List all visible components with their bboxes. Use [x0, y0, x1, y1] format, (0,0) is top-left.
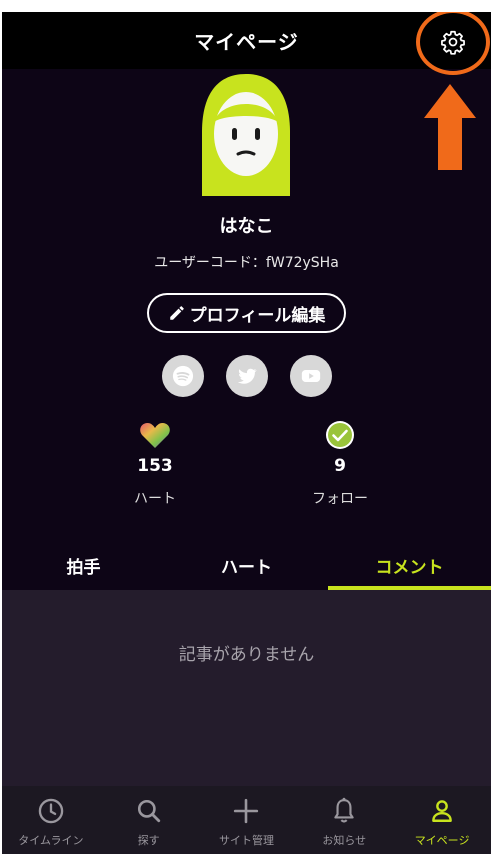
clock-icon	[38, 798, 64, 824]
hearts-stat[interactable]: 153 ハート	[85, 420, 225, 508]
spotify-button[interactable]	[161, 355, 204, 397]
app-screen: マイページ はなこ ユーザーコード：fW72ySHa プロフィール編集 153 …	[2, 12, 491, 854]
page-title: マイページ	[194, 30, 299, 54]
heart-icon	[140, 423, 170, 448]
hearts-count: 153	[137, 456, 173, 476]
bell-icon	[334, 797, 354, 823]
up-arrow-icon	[424, 84, 476, 170]
nav-label: お知らせ	[322, 834, 367, 847]
hearts-label: ハート	[134, 491, 176, 507]
tab-label: 拍手	[66, 557, 101, 578]
search-icon	[137, 799, 160, 823]
social-links	[2, 355, 491, 397]
avatar	[202, 74, 290, 196]
username: はなこ	[219, 216, 274, 237]
twitter-button[interactable]	[225, 355, 268, 397]
follow-label: フォロー	[312, 491, 368, 507]
highlight-ring	[416, 12, 490, 75]
nav-label: タイムライン	[18, 834, 84, 847]
youtube-button[interactable]	[289, 355, 332, 397]
pencil-icon	[169, 306, 184, 320]
content-panel: 記事がありません	[2, 590, 491, 786]
edit-profile-label: プロフィール編集	[189, 305, 326, 326]
youtube-icon	[301, 370, 320, 382]
tab-bar: 拍手 ハート コメント	[2, 540, 491, 590]
twitter-icon	[237, 368, 257, 384]
follow-stat[interactable]: 9 フォロー	[270, 420, 410, 508]
nav-label: マイページ	[414, 834, 470, 847]
tab-applause[interactable]: 拍手	[2, 540, 165, 590]
check-circle-icon	[326, 421, 354, 449]
tab-label: コメント	[375, 557, 444, 578]
spotify-icon	[172, 365, 193, 387]
empty-message: 記事がありません	[178, 645, 315, 665]
nav-search[interactable]: 探す	[100, 786, 198, 854]
tab-comments[interactable]: コメント	[328, 540, 491, 590]
tab-hearts[interactable]: ハート	[165, 540, 328, 590]
follow-count: 9	[334, 456, 346, 476]
user-code: ユーザーコード：fW72ySHa	[154, 255, 339, 271]
edit-profile-button[interactable]: プロフィール編集	[147, 293, 346, 333]
nav-notifications[interactable]: お知らせ	[295, 786, 393, 854]
bottom-nav: タイムライン 探す サイト管理 お知らせ マイページ	[2, 786, 491, 854]
nav-timeline[interactable]: タイムライン	[2, 786, 100, 854]
person-icon	[432, 800, 452, 822]
plus-icon	[234, 798, 259, 824]
nav-mypage[interactable]: マイページ	[393, 786, 491, 854]
nav-site-admin[interactable]: サイト管理	[198, 786, 296, 854]
tab-label: ハート	[221, 557, 272, 578]
nav-label: サイト管理	[218, 834, 274, 847]
nav-label: 探す	[137, 834, 160, 847]
